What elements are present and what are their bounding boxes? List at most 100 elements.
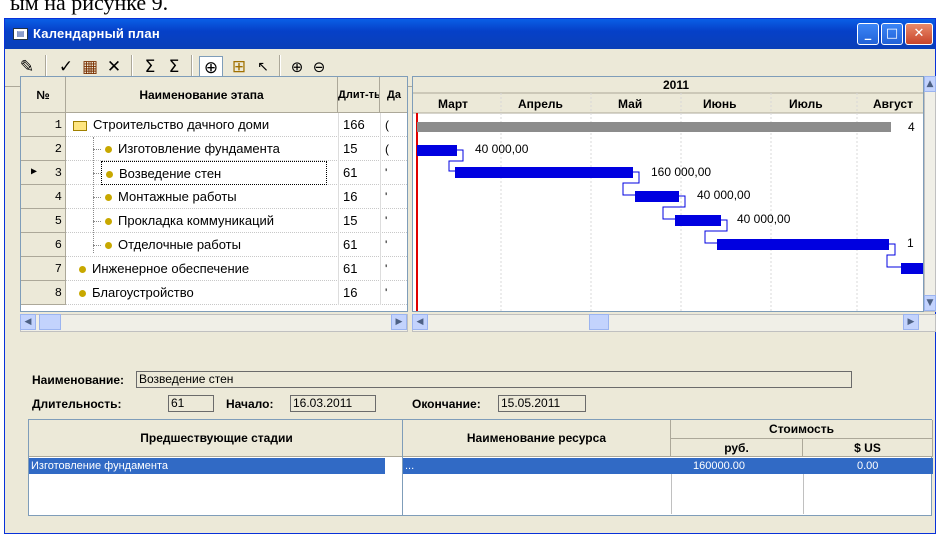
tree-branch xyxy=(93,173,101,174)
gantt-task-bar[interactable] xyxy=(901,263,924,274)
resource-row-selected[interactable]: ... 160000.00 0.00 xyxy=(403,458,933,474)
column-header-name[interactable]: Наименование этапа xyxy=(66,77,338,113)
tree-icon[interactable]: ⊞ xyxy=(227,56,251,78)
scroll-right-icon[interactable]: ▶ xyxy=(903,314,919,330)
checkmark-icon[interactable]: ✓ xyxy=(55,56,77,78)
row-number: 8 xyxy=(21,281,66,305)
end-field[interactable]: 15.05.2011 xyxy=(498,395,586,412)
resource-icon[interactable]: ▦ xyxy=(79,56,101,78)
row-duration: 61 xyxy=(338,257,380,281)
tree-branch xyxy=(93,221,101,222)
maximize-button[interactable]: □ xyxy=(881,23,903,45)
row-start: ' xyxy=(380,257,407,281)
gantt-task-bar[interactable] xyxy=(717,239,889,250)
duration-field[interactable]: 61 xyxy=(168,395,214,412)
stages-grid[interactable]: № Наименование этапа Длит-ть Да 1 Строит… xyxy=(20,76,408,312)
gantt-month: Май xyxy=(618,97,642,111)
tree-branch xyxy=(93,149,101,150)
row-number: 4 xyxy=(21,185,66,209)
row-name-text: Прокладка коммуникаций xyxy=(118,213,275,228)
row-start: ' xyxy=(380,185,407,209)
scroll-thumb[interactable] xyxy=(39,314,61,330)
minimize-button[interactable]: _ xyxy=(857,23,879,45)
gantt-chart[interactable]: 2011 Март Апрель Май Июнь Июль Август 4 … xyxy=(412,76,924,312)
gantt-month: Июнь xyxy=(703,97,737,111)
row-duration: 16 xyxy=(338,281,380,305)
folder-icon xyxy=(73,120,87,131)
zoom-in-icon[interactable]: ⊕ xyxy=(287,56,307,78)
row-start: ' xyxy=(380,281,407,305)
row-name-text: Возведение стен xyxy=(119,166,222,181)
scroll-right-icon[interactable]: ▶ xyxy=(391,314,407,330)
close-button[interactable]: ✕ xyxy=(905,23,933,45)
properties-icon[interactable]: ✎ xyxy=(15,56,39,78)
gantt-bar-label: 160 000,00 xyxy=(651,165,711,179)
usd-header: $ US xyxy=(803,439,933,457)
row-name: Инженерное обеспечение xyxy=(79,257,249,281)
row-name: Монтажные работы xyxy=(105,185,237,209)
grid-divider xyxy=(803,474,804,514)
gantt-task-bar[interactable] xyxy=(675,215,721,226)
table-row-selected[interactable]: ▶ 3 Возведение стен 61 ' xyxy=(21,161,407,185)
gantt-bar-label: 1 xyxy=(907,236,914,250)
gantt-horizontal-scrollbar[interactable]: ◀ ▶ xyxy=(412,314,936,332)
name-label: Наименование: xyxy=(32,373,125,387)
row-number: 2 xyxy=(21,137,66,161)
gantt-link-arrow xyxy=(886,243,901,268)
row-number: 6 xyxy=(21,233,66,257)
tree-branch xyxy=(93,245,101,246)
row-name: Благоустройство xyxy=(79,281,194,305)
gantt-svg: 2011 Март Апрель Май Июнь Июль Август 4 … xyxy=(413,77,924,311)
table-row[interactable]: 1 Строительство дачного доми 166 ( xyxy=(21,113,407,137)
scroll-left-icon[interactable]: ◀ xyxy=(412,314,428,330)
row-start: ( xyxy=(380,137,407,161)
table-row[interactable]: 7 Инженерное обеспечение 61 ' xyxy=(21,257,407,281)
table-row[interactable]: 5 Прокладка коммуникаций 15 ' xyxy=(21,209,407,233)
scroll-up-icon[interactable]: ▲ xyxy=(924,76,936,92)
row-start: ( xyxy=(380,113,407,137)
name-field[interactable]: Возведение стен xyxy=(136,371,852,388)
column-header-start[interactable]: Да xyxy=(380,77,407,113)
column-header-number[interactable]: № xyxy=(21,77,66,113)
predecessors-pane[interactable]: Предшествующие стадии Изготовление фунда… xyxy=(28,419,406,516)
row-name-text: Строительство дачного доми xyxy=(93,117,270,132)
row-start: ' xyxy=(380,233,407,257)
row-name-text: Благоустройство xyxy=(92,285,194,300)
row-duration: 15 xyxy=(338,209,380,233)
add-node-icon[interactable]: ⊕ xyxy=(199,56,223,78)
table-row[interactable]: 4 Монтажные работы 16 ' xyxy=(21,185,407,209)
resources-pane[interactable]: Наименование ресурса Стоимость руб. $ US… xyxy=(402,419,933,516)
resource-rub-cell: 160000.00 xyxy=(693,460,745,472)
table-row[interactable]: 6 Отделочные работы 61 ' xyxy=(21,233,407,257)
gantt-task-bar[interactable] xyxy=(635,191,679,202)
gantt-task-bar[interactable] xyxy=(455,167,633,178)
gantt-task-bar[interactable] xyxy=(417,145,457,156)
row-duration: 16 xyxy=(338,185,380,209)
bullet-icon xyxy=(105,194,112,202)
scroll-left-icon[interactable]: ◀ xyxy=(20,314,36,330)
sum-backward-icon[interactable]: Σ xyxy=(163,56,185,78)
row-name: Отделочные работы xyxy=(105,233,241,257)
row-number: 1 xyxy=(21,113,66,137)
row-number: 5 xyxy=(21,209,66,233)
grid-horizontal-scrollbar[interactable]: ◀ ▶ xyxy=(20,314,408,332)
table-row[interactable]: 2 Изготовление фундамента 15 ( xyxy=(21,137,407,161)
predecessor-row-selected[interactable]: Изготовление фундамента xyxy=(29,458,385,474)
gantt-vertical-scrollbar[interactable]: ▲ ▼ xyxy=(924,76,936,312)
window-app-icon: ▤ xyxy=(13,28,28,40)
scroll-down-icon[interactable]: ▼ xyxy=(924,295,936,311)
pointer-icon[interactable]: ↖ xyxy=(253,56,273,78)
start-field[interactable]: 16.03.2011 xyxy=(290,395,376,412)
delete-icon[interactable]: ✕ xyxy=(103,56,125,78)
row-number: ▶ 3 xyxy=(21,161,66,185)
sum-forward-icon[interactable]: Σ xyxy=(139,56,161,78)
bullet-icon xyxy=(79,290,86,298)
gantt-summary-bar[interactable] xyxy=(417,122,891,132)
column-header-duration[interactable]: Длит-ть xyxy=(338,77,380,113)
row-duration: 15 xyxy=(338,137,380,161)
row-name: Прокладка коммуникаций xyxy=(105,209,274,233)
table-row[interactable]: 8 Благоустройство 16 ' xyxy=(21,281,407,305)
title-bar[interactable]: ▤ Календарный план _ □ ✕ xyxy=(5,19,935,49)
zoom-out-icon[interactable]: ⊖ xyxy=(309,56,329,78)
scroll-thumb[interactable] xyxy=(589,314,609,330)
